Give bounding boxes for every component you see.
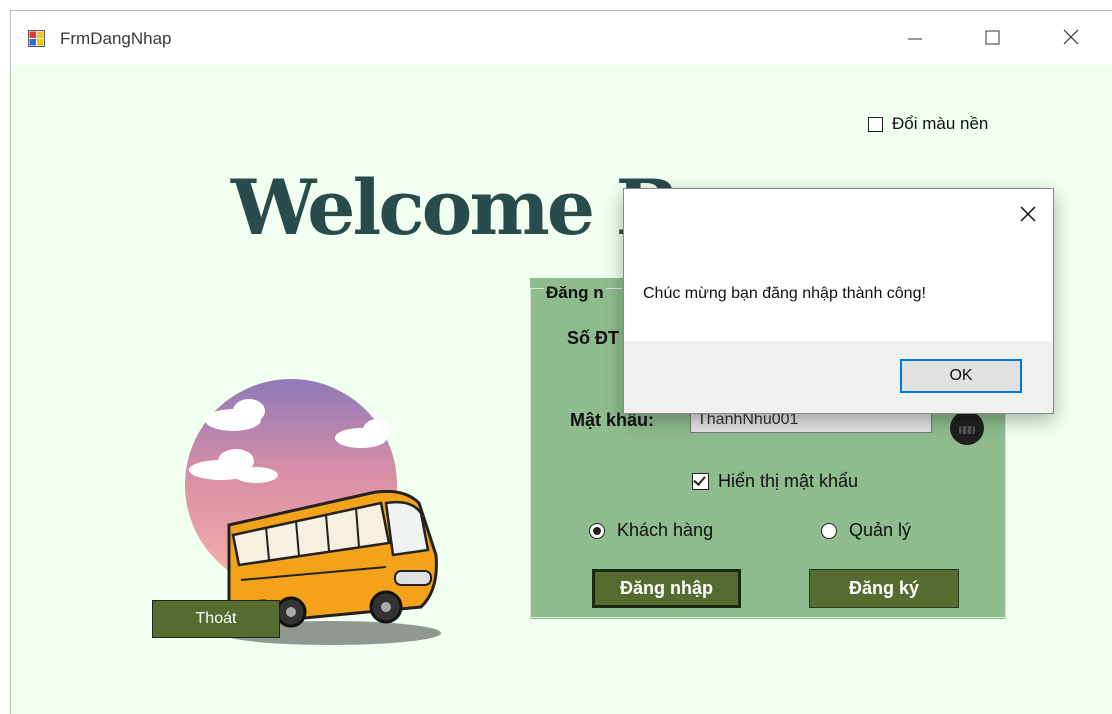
dialog-close-icon[interactable] <box>1015 201 1041 227</box>
checkbox-box[interactable] <box>868 116 883 132</box>
window-title: FrmDangNhap <box>60 29 172 48</box>
maximize-icon[interactable] <box>977 23 1007 53</box>
role-manager-label: Quản lý <box>849 520 912 540</box>
welcome-heading: Welcome B <box>231 163 680 252</box>
show-password-box[interactable] <box>692 473 709 490</box>
message-text: Chúc mừng bạn đăng nhập thành công! <box>643 285 926 302</box>
show-password-checkbox[interactable]: Hiển thị mật khẩu <box>692 471 858 492</box>
phone-label: Số ĐT <box>567 328 619 348</box>
change-background-checkbox[interactable]: Đổi màu nền <box>868 114 988 134</box>
eye-icon[interactable] <box>948 409 986 447</box>
radio-circle-manager[interactable] <box>821 522 837 539</box>
register-button[interactable]: Đăng ký <box>809 569 959 608</box>
role-customer-radio[interactable]: Khách hàng <box>589 520 713 541</box>
role-customer-label: Khách hàng <box>617 520 714 540</box>
login-group-title: Đăng n <box>544 283 606 303</box>
change-background-label: Đổi màu nền <box>892 114 989 133</box>
role-manager-radio[interactable]: Quản lý <box>821 520 911 541</box>
message-box-dialog: Chúc mừng bạn đăng nhập thành công! OK <box>623 188 1054 414</box>
close-icon[interactable] <box>1056 23 1086 53</box>
login-button[interactable]: Đăng nhập <box>592 569 741 608</box>
show-password-label: Hiển thị mật khẩu <box>718 471 859 491</box>
dialog-footer: OK <box>624 341 1053 413</box>
ok-button[interactable]: OK <box>900 359 1022 393</box>
radio-circle-customer[interactable] <box>589 522 605 539</box>
app-icon <box>28 30 45 47</box>
minimize-icon[interactable] <box>900 23 930 53</box>
exit-button[interactable]: Thoát <box>152 600 280 638</box>
title-bar: FrmDangNhap <box>11 11 1112 65</box>
